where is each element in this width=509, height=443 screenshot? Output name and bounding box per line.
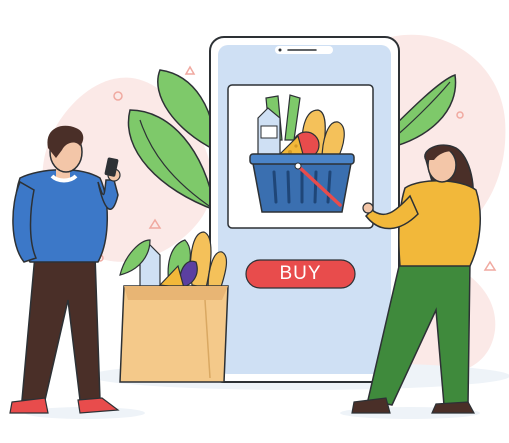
illustration-canvas: BUY	[0, 0, 509, 443]
buy-button[interactable]: BUY	[246, 260, 355, 288]
